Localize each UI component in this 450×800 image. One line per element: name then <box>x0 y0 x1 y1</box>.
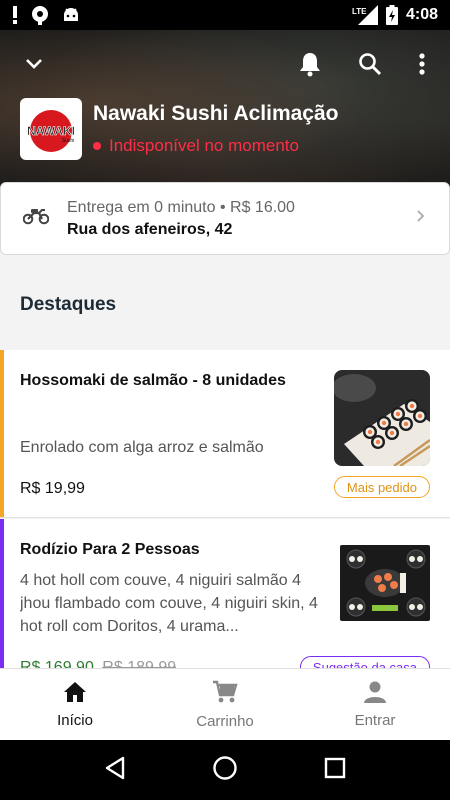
search-button[interactable] <box>354 50 386 82</box>
header-actions <box>0 50 450 82</box>
product-price: R$ 19,99 <box>20 480 85 497</box>
product-description: 4 hot holl com couve, 4 niguiri salmão 4… <box>20 572 318 635</box>
bottom-navigation: Início Carrinho Entrar <box>0 668 450 740</box>
product-image <box>334 370 430 466</box>
section-title: Destaques <box>20 294 117 315</box>
product-title: Hossomaki de salmão - 8 unidades <box>20 372 286 389</box>
nav-cart[interactable]: Carrinho <box>150 669 300 740</box>
more-vert-icon <box>419 52 425 80</box>
svg-text:Sushi: Sushi <box>62 138 75 144</box>
delivery-time-fee: Entrega em 0 minuto • R$ 16.00 <box>67 198 295 216</box>
motorcycle-icon <box>22 207 50 230</box>
nav-cart-label: Carrinho <box>196 712 254 730</box>
back-triangle-icon <box>104 756 126 785</box>
recents-square-icon <box>324 757 346 784</box>
android-icon <box>62 6 80 24</box>
chevron-right-icon <box>416 209 425 228</box>
card-accent <box>0 519 4 668</box>
chevron-down-icon <box>25 57 43 75</box>
lte-signal-icon: LTE <box>352 5 378 25</box>
system-recents-button[interactable] <box>315 750 355 790</box>
product-badge: Mais pedido <box>333 476 430 498</box>
nav-home-label: Início <box>57 711 93 729</box>
status-dot <box>93 142 101 150</box>
nav-login[interactable]: Entrar <box>300 669 450 740</box>
status-bar: LTE 4:08 <box>0 0 450 30</box>
product-card[interactable]: Hossomaki de salmão - 8 unidades Enrolad… <box>0 350 450 518</box>
product-description: Enrolado com alga arroz e salmão <box>20 439 264 456</box>
more-options-button[interactable] <box>406 50 438 82</box>
product-card[interactable]: Rodízio Para 2 Pessoas 4 hot holl com co… <box>0 519 450 669</box>
system-navigation-bar <box>0 740 450 800</box>
notifications-button[interactable] <box>294 50 326 82</box>
battery-charging-icon <box>385 5 398 25</box>
search-icon <box>358 52 382 81</box>
status-time: 4:08 <box>405 6 438 23</box>
bell-icon <box>299 51 321 82</box>
person-icon <box>364 681 386 708</box>
system-back-button[interactable] <box>95 750 135 790</box>
collapse-button[interactable] <box>18 50 50 82</box>
store-status: Indisponível no momento <box>93 136 339 156</box>
store-status-text: Indisponível no momento <box>109 136 299 155</box>
cart-icon <box>212 680 238 709</box>
store-name: Nawaki Sushi Aclimação <box>93 102 339 125</box>
svg-text:LTE: LTE <box>352 7 367 16</box>
home-circle-icon <box>212 755 238 786</box>
alert-icon <box>12 6 18 24</box>
store-brand: NAWAKI Sushi Nawaki Sushi Aclimação Indi… <box>20 98 339 160</box>
card-accent <box>0 350 4 517</box>
podcast-icon <box>30 5 50 25</box>
store-logo: NAWAKI Sushi <box>20 98 82 160</box>
product-image <box>340 545 430 621</box>
delivery-info-card[interactable]: Entrega em 0 minuto • R$ 16.00 Rua dos a… <box>0 182 450 255</box>
nav-login-label: Entrar <box>354 711 396 729</box>
svg-text:NAWAKI: NAWAKI <box>27 124 75 138</box>
system-home-button[interactable] <box>205 750 245 790</box>
delivery-address: Rua dos afeneiros, 42 <box>67 220 233 238</box>
product-title: Rodízio Para 2 Pessoas <box>20 541 200 558</box>
home-icon <box>63 681 87 708</box>
nav-home[interactable]: Início <box>0 669 150 740</box>
